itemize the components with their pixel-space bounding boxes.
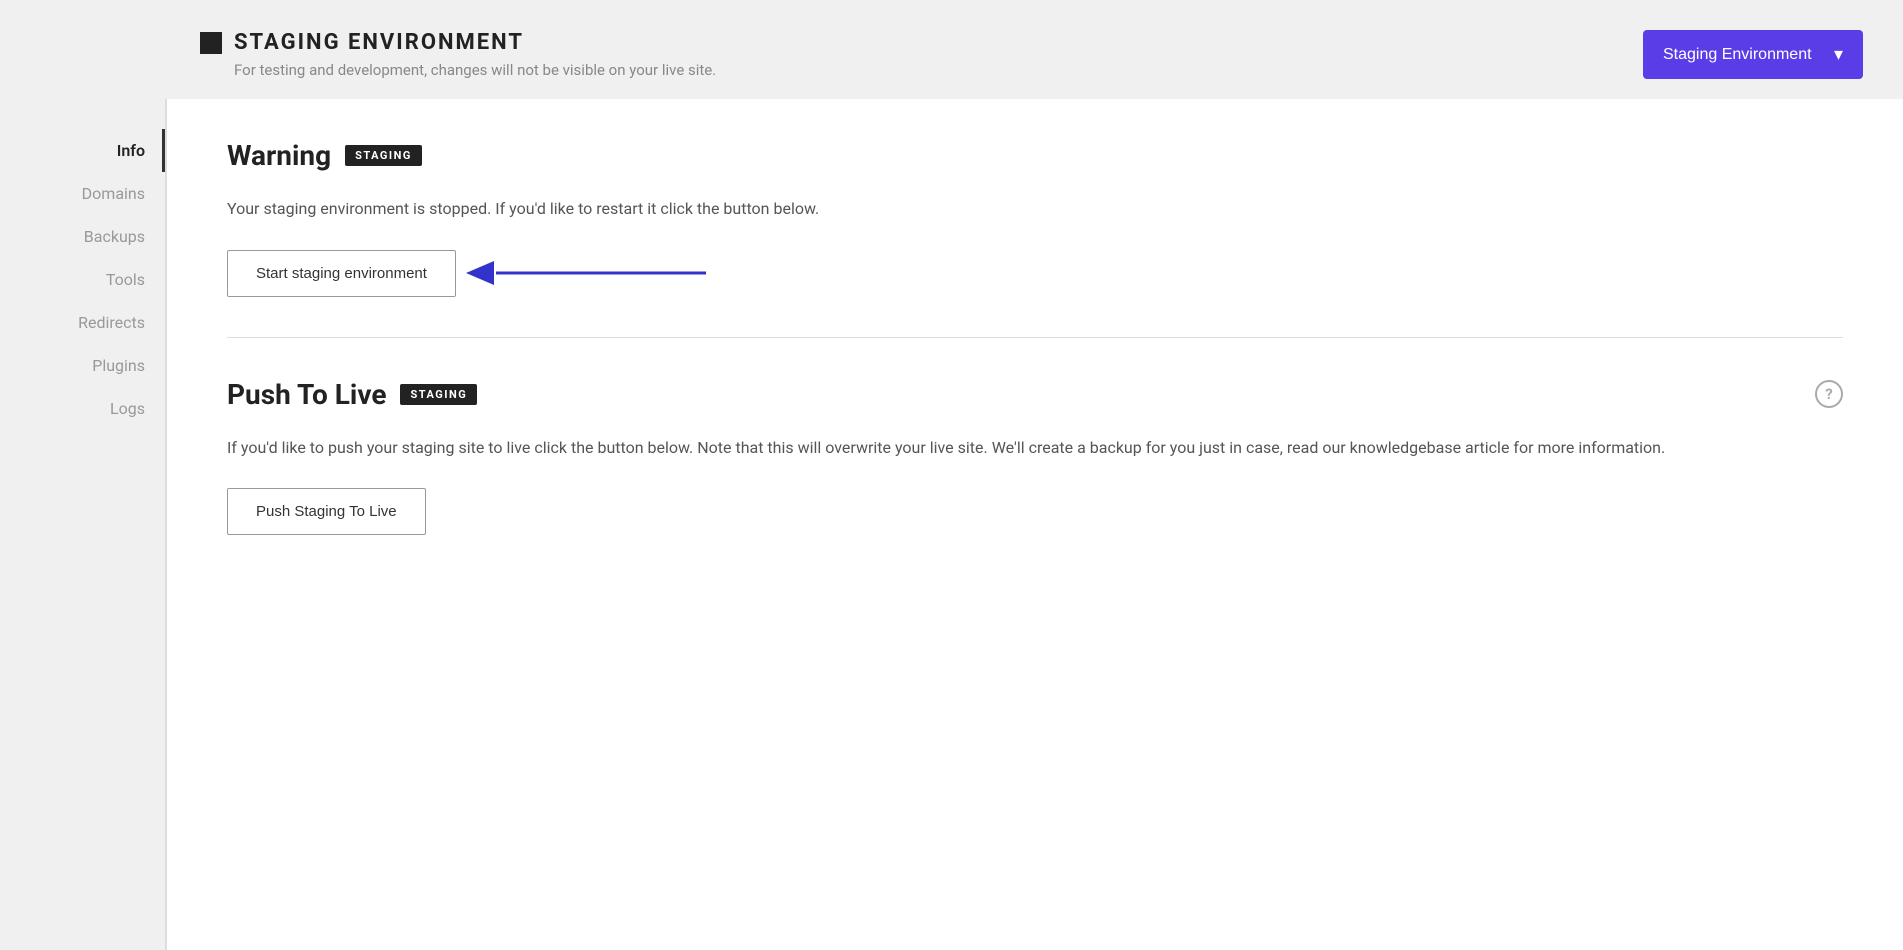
env-dropdown-label: Staging Environment	[1663, 46, 1812, 64]
sidebar-item-domains[interactable]: Domains	[0, 172, 165, 215]
warning-title: Warning	[227, 139, 331, 172]
start-staging-row: Start staging environment	[227, 250, 1843, 297]
push-to-live-title-group: Push To Live STAGING	[227, 378, 477, 411]
help-icon[interactable]: ?	[1815, 380, 1843, 408]
main-content: Warning STAGING Your staging environment…	[165, 99, 1903, 950]
header-left: STAGING ENVIRONMENT For testing and deve…	[200, 30, 716, 79]
page-title: STAGING ENVIRONMENT	[234, 30, 524, 55]
warning-title-row: Warning STAGING	[227, 139, 1843, 172]
section-divider	[227, 337, 1843, 338]
push-staging-to-live-button[interactable]: Push Staging To Live	[227, 488, 426, 535]
staging-icon	[200, 32, 222, 54]
sidebar-item-info[interactable]: Info	[0, 129, 165, 172]
sidebar-item-logs[interactable]: Logs	[0, 387, 165, 430]
chevron-down-icon: ▾	[1834, 44, 1843, 65]
warning-staging-badge: STAGING	[345, 145, 422, 166]
header-title-row: STAGING ENVIRONMENT	[200, 30, 716, 55]
warning-text: Your staging environment is stopped. If …	[227, 196, 1843, 222]
environment-dropdown[interactable]: Staging Environment ▾	[1643, 30, 1863, 79]
push-to-live-header-row: Push To Live STAGING ?	[227, 378, 1843, 411]
warning-section: Warning STAGING Your staging environment…	[227, 139, 1843, 297]
page-subtitle: For testing and development, changes wil…	[234, 61, 716, 79]
sidebar-item-backups[interactable]: Backups	[0, 215, 165, 258]
main-layout: Info Domains Backups Tools Redirects Plu…	[0, 99, 1903, 950]
sidebar-item-tools[interactable]: Tools	[0, 258, 165, 301]
sidebar-item-plugins[interactable]: Plugins	[0, 344, 165, 387]
start-staging-button[interactable]: Start staging environment	[227, 250, 456, 297]
arrow-annotation	[466, 255, 706, 291]
sidebar-item-redirects[interactable]: Redirects	[0, 301, 165, 344]
push-to-live-staging-badge: STAGING	[400, 384, 477, 405]
push-to-live-title: Push To Live	[227, 378, 386, 411]
sidebar: Info Domains Backups Tools Redirects Plu…	[0, 99, 165, 950]
push-to-live-text: If you'd like to push your staging site …	[227, 435, 1843, 461]
page-header: STAGING ENVIRONMENT For testing and deve…	[0, 0, 1903, 99]
push-to-live-section: Push To Live STAGING ? If you'd like to …	[227, 378, 1843, 536]
